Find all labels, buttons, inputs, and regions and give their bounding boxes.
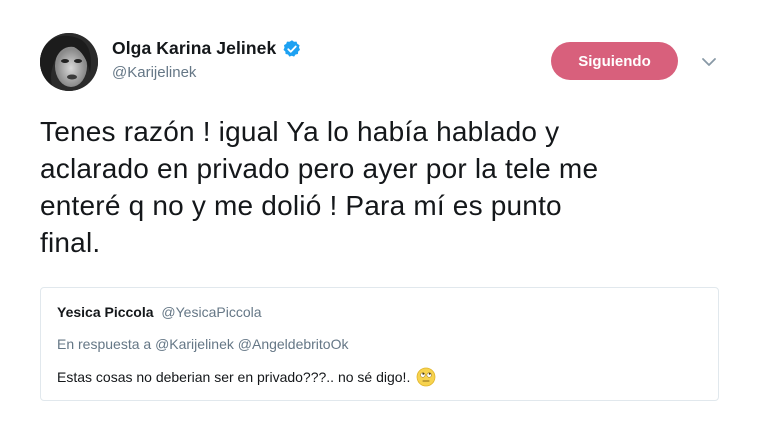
tweet-text-line: final. bbox=[40, 227, 101, 258]
quoted-tweet-text-row: Estas cosas no deberian ser en privado??… bbox=[57, 367, 436, 387]
tweet-text: Tenes razón ! igual Ya lo había hablado … bbox=[40, 113, 740, 261]
tweet-text-line: enteré q no y me dolió ! Para mí es punt… bbox=[40, 190, 562, 221]
quoted-tweet-header: Yesica Piccola @YesicaPiccola bbox=[57, 304, 262, 320]
tweet-text-line: Tenes razón ! igual Ya lo había hablado … bbox=[40, 116, 560, 147]
avatar-photo-icon bbox=[40, 33, 98, 91]
tweet-card: Olga Karina Jelinek @Karijelinek Siguien… bbox=[0, 0, 767, 422]
reply-to-mention[interactable]: @AngeldebritoOk bbox=[238, 336, 349, 352]
author-handle[interactable]: @Karijelinek bbox=[112, 64, 196, 81]
avatar[interactable] bbox=[40, 33, 98, 91]
reply-context: En respuesta a @Karijelinek @Angeldebrit… bbox=[57, 336, 348, 352]
reply-to-mention[interactable]: @Karijelinek bbox=[155, 336, 234, 352]
following-button[interactable]: Siguiendo bbox=[551, 42, 678, 80]
tweet-text-line: aclarado en privado pero ayer por la tel… bbox=[40, 153, 599, 184]
verified-badge-icon bbox=[282, 39, 302, 59]
quoted-tweet[interactable]: Yesica Piccola @YesicaPiccola En respues… bbox=[40, 287, 719, 401]
quoted-author-handle: @YesicaPiccola bbox=[161, 304, 262, 320]
author-display-name[interactable]: Olga Karina Jelinek bbox=[112, 38, 276, 59]
reply-prefix: En respuesta a bbox=[57, 336, 152, 352]
quoted-author-name: Yesica Piccola bbox=[57, 304, 154, 320]
chevron-down-icon[interactable] bbox=[701, 55, 717, 67]
author-name-row: Olga Karina Jelinek bbox=[112, 38, 302, 59]
rolling-eyes-face-icon bbox=[416, 367, 436, 387]
quoted-tweet-text: Estas cosas no deberian ser en privado??… bbox=[57, 369, 411, 385]
